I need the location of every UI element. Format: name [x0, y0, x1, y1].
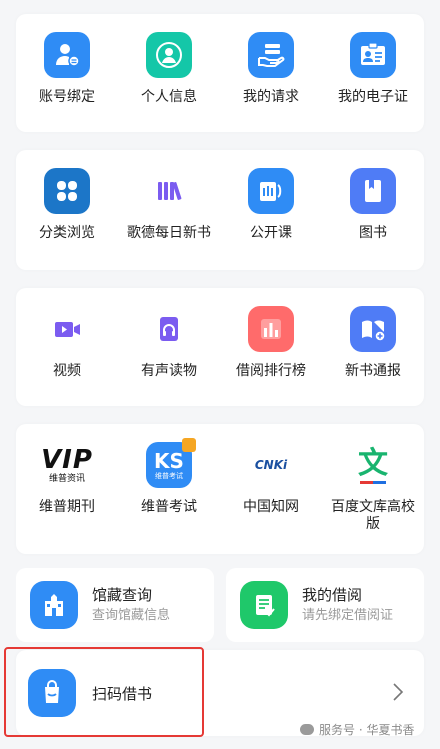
- open-course-item[interactable]: 公开课: [220, 150, 322, 270]
- collection-title: 馆藏查询: [92, 586, 153, 604]
- watermark: 服务号 · 华夏书香: [300, 721, 414, 738]
- item-label: 账号绑定: [39, 89, 95, 105]
- borrow-subtitle: 请先绑定借阅证: [302, 608, 394, 623]
- ks-logo-sub: 维普考试: [155, 471, 183, 480]
- collection-subtitle: 查询馆藏信息: [92, 608, 171, 623]
- item-label: 我的请求: [243, 89, 299, 105]
- item-label: 有声读物: [141, 363, 197, 379]
- account-binding-item[interactable]: 账号绑定: [16, 14, 118, 132]
- new-book-notice-item[interactable]: 新书通报: [322, 288, 424, 406]
- ks-logo-text: KS: [154, 448, 184, 473]
- video-camera-icon: [44, 306, 90, 352]
- item-label: 维普期刊: [39, 499, 95, 515]
- id-card-icon: [350, 32, 396, 78]
- cnki-item[interactable]: CNKi 中国知网: [220, 424, 322, 554]
- vip-logo-text: VIP: [41, 444, 93, 475]
- wenku-logo-text: 文: [358, 445, 388, 481]
- books-item[interactable]: 图书: [322, 150, 424, 270]
- category-grid-icon: [44, 168, 90, 214]
- category-browse-item[interactable]: 分类浏览: [16, 150, 118, 270]
- item-label: 个人信息: [141, 89, 197, 105]
- vip-logo-sub: 维普资讯: [48, 473, 85, 484]
- borrow-title: 我的借阅: [302, 586, 363, 604]
- item-label: 视频: [53, 363, 81, 379]
- cnki-logo-text: CNKi: [254, 458, 288, 472]
- item-label: 公开课: [250, 225, 292, 241]
- item-label: 中国知网: [243, 499, 299, 515]
- item-label: 借阅排行榜: [236, 363, 306, 379]
- item-label: 新书通报: [345, 363, 401, 379]
- books-shelf-icon: [146, 168, 192, 214]
- chevron-right-icon: [392, 682, 404, 706]
- baidu-wenku-item[interactable]: 文 百度文库高校版: [322, 424, 424, 554]
- borrow-document-icon: [240, 581, 288, 629]
- personal-info-item[interactable]: 个人信息: [118, 14, 220, 132]
- scan-highlight-box: [4, 647, 204, 737]
- audiobook-headphone-icon: [146, 306, 192, 352]
- book-icon: [350, 168, 396, 214]
- wechat-icon: [300, 724, 314, 735]
- my-borrowing-card[interactable]: 我的借阅 请先绑定借阅证: [226, 568, 424, 642]
- baidu-wenku-logo: 文: [350, 442, 396, 488]
- collection-query-card[interactable]: 馆藏查询 查询馆藏信息: [16, 568, 214, 642]
- account-section: 账号绑定 个人信息 我的请求 我的电子证: [16, 14, 424, 132]
- ranking-bars-icon: [248, 306, 294, 352]
- my-requests-item[interactable]: 我的请求: [220, 14, 322, 132]
- browse-section: 分类浏览 歌德每日新书 公开课 图书: [16, 150, 424, 270]
- item-label: 百度文库高校版: [331, 499, 415, 532]
- borrow-ranking-item[interactable]: 借阅排行榜: [220, 288, 322, 406]
- item-label: 我的电子证: [338, 89, 408, 105]
- item-label: 分类浏览: [39, 225, 95, 241]
- media-section: 视频 有声读物 借阅排行榜 新书通报: [16, 288, 424, 406]
- library-building-icon: [30, 581, 78, 629]
- vip-exam-item[interactable]: KS 维普考试 维普考试: [118, 424, 220, 554]
- new-book-notice-icon: [350, 306, 396, 352]
- vip-journal-logo: VIP 维普资讯: [36, 442, 98, 488]
- video-item[interactable]: 视频: [16, 288, 118, 406]
- item-label: 维普考试: [141, 499, 197, 515]
- item-label: 歌德每日新书: [127, 225, 211, 241]
- vip-journal-item[interactable]: VIP 维普资讯 维普期刊: [16, 424, 118, 554]
- cnki-logo: CNKi: [246, 442, 296, 488]
- audiobook-item[interactable]: 有声读物: [118, 288, 220, 406]
- person-icon: [146, 32, 192, 78]
- vip-exam-logo: KS 维普考试: [146, 438, 196, 488]
- daily-new-books-item[interactable]: 歌德每日新书: [118, 150, 220, 270]
- user-bind-icon: [44, 32, 90, 78]
- watermark-text: 服务号 · 华夏书香: [319, 723, 415, 737]
- item-label: 图书: [359, 225, 387, 241]
- my-ecard-item[interactable]: 我的电子证: [322, 14, 424, 132]
- request-hand-icon: [248, 32, 294, 78]
- open-course-icon: [248, 168, 294, 214]
- database-section: VIP 维普资讯 维普期刊 KS 维普考试 维普考试 CNKi 中国知网 文 百…: [16, 424, 424, 554]
